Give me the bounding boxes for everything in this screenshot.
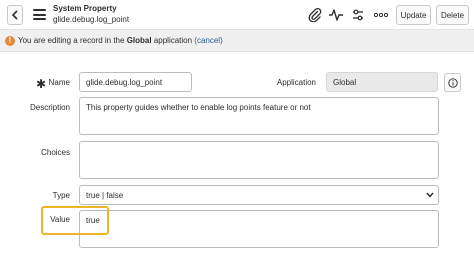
form-title: System Property glide.debug.log_point [53, 4, 129, 25]
banner-prefix: You are editing a record in the [18, 36, 125, 45]
back-icon [11, 10, 18, 20]
scope-banner: ! You are editing a record in the Global… [0, 30, 474, 52]
value-textarea[interactable]: true [79, 210, 439, 248]
application-field: Global [326, 72, 438, 92]
back-button[interactable] [7, 5, 23, 25]
cancel-link[interactable]: (cancel) [194, 36, 222, 45]
value-highlight-box [41, 206, 109, 235]
settings-icon[interactable] [350, 7, 366, 23]
record-type-title: System Property [53, 4, 117, 13]
banner-suffix: application [153, 36, 193, 45]
choices-textarea[interactable] [79, 141, 439, 179]
choices-label: Choices [41, 148, 70, 157]
info-button[interactable] [444, 73, 461, 92]
chevron-down-icon [426, 191, 434, 200]
activity-icon[interactable] [328, 7, 344, 23]
description-label: Description [29, 103, 70, 112]
application-label: Application [276, 78, 316, 87]
warning-icon: ! [5, 35, 15, 46]
info-icon [447, 77, 458, 88]
type-select[interactable]: true | false [79, 185, 439, 205]
more-icon[interactable] [373, 7, 389, 23]
form-header: System Property glide.debug.log_point Up… [0, 0, 474, 30]
name-label: Name [48, 78, 70, 87]
update-button[interactable]: Update [396, 5, 431, 25]
menu-icon[interactable] [33, 9, 46, 20]
record-name-subtitle: glide.debug.log_point [53, 15, 130, 24]
type-label: Type [52, 191, 70, 200]
type-selected-value: true | false [86, 191, 124, 200]
description-textarea[interactable]: This property guides whether to enable l… [79, 97, 439, 135]
delete-button[interactable]: Delete [436, 5, 469, 25]
name-input[interactable]: glide.debug.log_point [79, 72, 192, 92]
attachment-icon[interactable] [307, 7, 323, 23]
banner-scope: Global [126, 36, 152, 45]
